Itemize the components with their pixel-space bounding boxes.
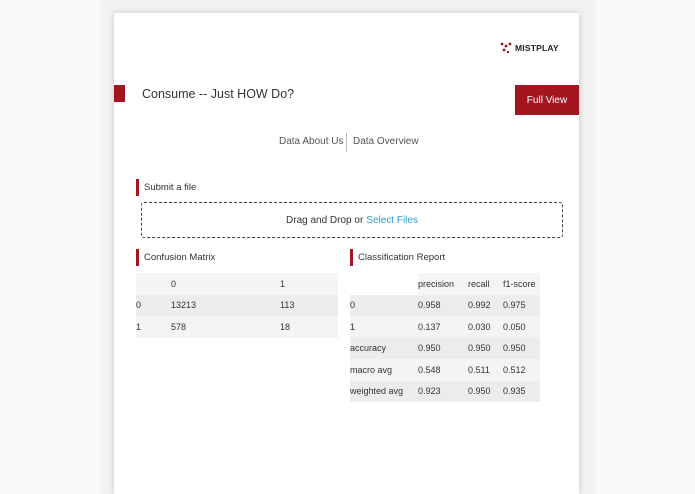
submit-file-heading: Submit a file (136, 179, 196, 196)
logo-mark-icon (500, 42, 512, 54)
table-cell: 0.950 (418, 343, 441, 354)
select-files-link[interactable]: Select Files (366, 215, 418, 226)
table-cell: 18 (280, 321, 291, 332)
table-cell: 0.975 (503, 300, 526, 311)
column-header: 0 (171, 278, 177, 289)
full-view-button[interactable]: Full View (515, 85, 579, 115)
table-row: 1 0.137 0.030 0.050 (350, 316, 540, 338)
classification-report-heading: Classification Report (350, 249, 445, 266)
dropzone-prompt: Drag and Drop or (286, 214, 364, 226)
nav-data-overview[interactable]: Data Overview (353, 136, 419, 147)
mistplay-logo[interactable]: MISTPLAY (500, 41, 559, 55)
table-cell: 113 (280, 300, 295, 311)
nav-divider (346, 133, 347, 152)
column-header: 1 (280, 278, 286, 289)
logo-text: MISTPLAY (515, 43, 559, 53)
confusion-matrix-heading: Confusion Matrix (136, 249, 215, 266)
table-cell: 0.992 (468, 300, 491, 311)
row-label: 0 (136, 300, 142, 311)
row-label: 1 (350, 321, 356, 332)
row-label: 1 (136, 321, 142, 332)
column-header: precision (418, 273, 468, 295)
column-header (136, 273, 171, 295)
table-cell: 0.950 (468, 343, 491, 354)
page-title: Consume -- Just HOW Do? (142, 87, 295, 101)
table-cell: 0.548 (418, 364, 441, 375)
row-label: weighted avg (350, 386, 404, 397)
table-row: 0 13213 113 (136, 294, 338, 316)
table-row: macro avg 0.548 0.511 0.512 (350, 359, 540, 381)
row-label: macro avg (350, 364, 393, 375)
table-cell: 0.950 (503, 343, 526, 354)
table-header-row: 0 1 (136, 273, 338, 295)
table-cell: 13213 (171, 300, 197, 311)
confusion-matrix-table: 0 1 0 13213 113 1 578 18 (136, 273, 338, 338)
table-row: weighted avg 0.923 0.950 0.935 (350, 380, 540, 402)
table-cell: 0.512 (503, 364, 526, 375)
column-header: recall (468, 273, 503, 295)
classification-report-table: precision recall f1-score 0 0.958 0.992 … (350, 273, 540, 402)
table-cell: 0.137 (418, 321, 441, 332)
column-header (350, 273, 418, 295)
table-cell: 0.030 (468, 321, 491, 332)
title-accent-bar (114, 85, 125, 102)
nav-data-about-us[interactable]: Data About Us (279, 136, 343, 147)
table-cell: 0.050 (503, 321, 526, 332)
file-dropzone[interactable]: Drag and Drop or Select Files (141, 202, 563, 238)
table-row: accuracy 0.950 0.950 0.950 (350, 337, 540, 359)
table-cell: 0.511 (468, 364, 490, 375)
table-row: 1 578 18 (136, 316, 338, 338)
table-cell: 0.923 (418, 386, 441, 397)
table-cell: 0.958 (418, 300, 441, 311)
table-cell: 0.935 (503, 386, 526, 397)
row-label: accuracy (350, 343, 387, 354)
table-header-row: precision recall f1-score (350, 273, 540, 295)
table-cell: 0.950 (468, 386, 491, 397)
table-cell: 578 (171, 321, 187, 332)
table-row: 0 0.958 0.992 0.975 (350, 294, 540, 316)
column-header: f1-score (503, 273, 540, 295)
row-label: 0 (350, 300, 356, 311)
